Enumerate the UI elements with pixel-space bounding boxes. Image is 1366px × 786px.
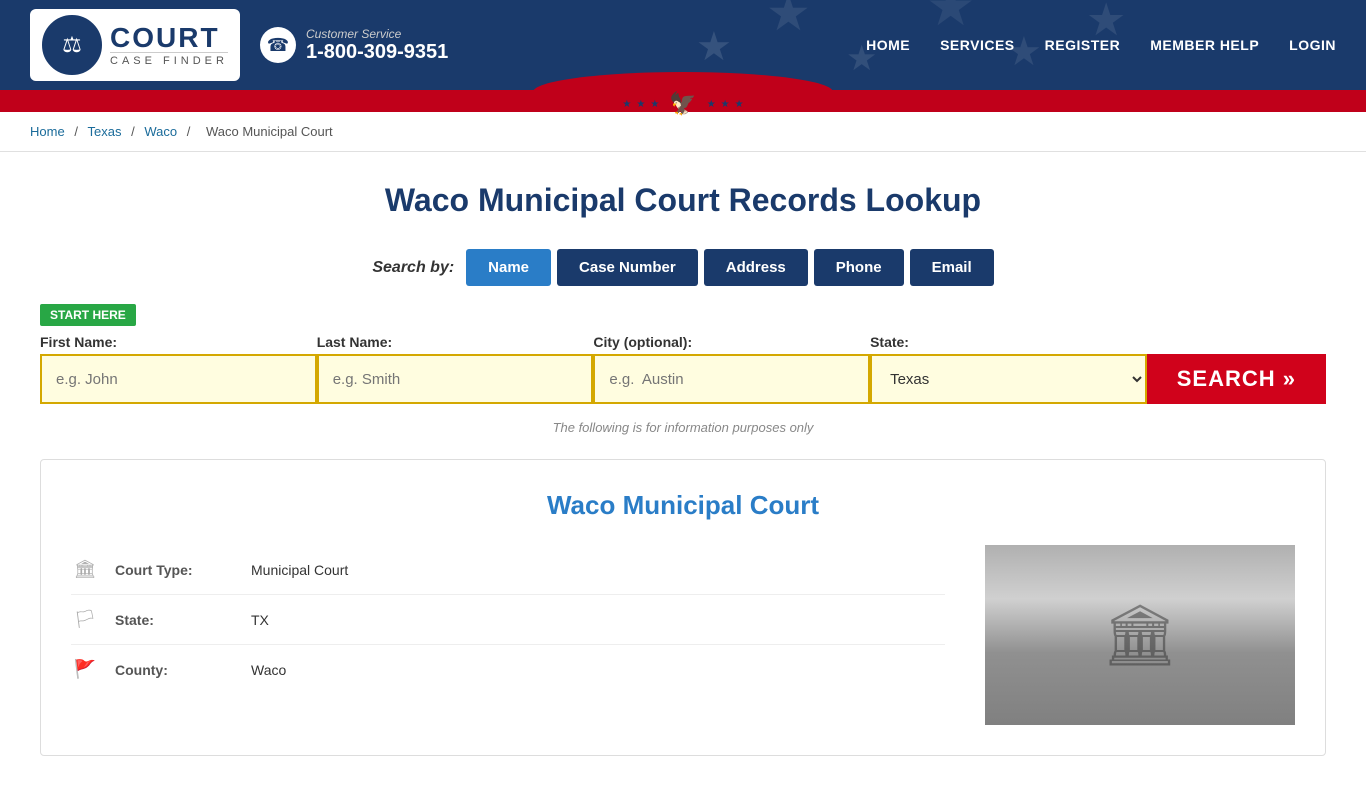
star-4: ★ [707,99,716,110]
eagle-center: ★ ★ ★ 🦅 ★ ★ ★ [622,91,743,117]
star-5: ★ [721,99,730,110]
nav-register[interactable]: REGISTER [1045,37,1121,53]
city-group: City (optional): [593,334,870,404]
breadcrumb-sep-3: / [187,124,194,139]
search-form: First Name: Last Name: City (optional): … [40,334,1326,404]
header-left: ⚖ COURT CASE FINDER ☎ Customer Service 1… [30,9,448,81]
court-card: Waco Municipal Court 🏛 Court Type: Munic… [40,459,1326,756]
city-input[interactable] [593,354,870,404]
star-6: ★ [735,99,744,110]
star-1: ★ [622,99,631,110]
svg-text:★: ★ [926,0,975,37]
cs-label: Customer Service [306,27,448,41]
breadcrumb-sep-1: / [74,124,81,139]
info-text: The following is for information purpose… [40,420,1326,435]
tab-phone[interactable]: Phone [814,249,904,286]
court-state-row: 🏳 State: TX [71,595,945,645]
logo-court-label: COURT [110,24,228,52]
court-card-title: Waco Municipal Court [71,490,1295,521]
star-2: ★ [636,99,645,110]
breadcrumb-city[interactable]: Waco [144,124,177,139]
search-by-label: Search by: [372,259,454,277]
breadcrumb-court: Waco Municipal Court [206,124,333,139]
logo-text: COURT CASE FINDER [110,24,228,67]
cs-number: 1-800-309-9351 [306,41,448,64]
eagle-stars-left: ★ ★ ★ [622,99,659,110]
search-button[interactable]: SEARCH » [1147,354,1326,404]
first-name-label: First Name: [40,334,317,350]
first-name-input[interactable] [40,354,317,404]
svg-text:★: ★ [766,0,811,41]
last-name-input[interactable] [317,354,594,404]
building-image-placeholder [985,545,1295,725]
tab-address[interactable]: Address [704,249,808,286]
phone-icon: ☎ [260,27,296,63]
first-name-group: First Name: [40,334,317,404]
court-state-icon: 🏳 [71,609,99,630]
court-type-label: Court Type: [115,562,235,578]
breadcrumb-home[interactable]: Home [30,124,65,139]
state-group: State: Texas California Florida New York [870,334,1147,404]
nav-home[interactable]: HOME [866,37,910,53]
court-state-value: TX [251,612,269,628]
court-state-label: State: [115,612,235,628]
breadcrumb-sep-2: / [131,124,138,139]
main-content: Waco Municipal Court Records Lookup Sear… [0,152,1366,786]
court-county-row: 🚩 County: Waco [71,645,945,694]
svg-text:★: ★ [696,25,732,69]
wave-banner: ★ ★ ★ 🦅 ★ ★ ★ [0,90,1366,112]
court-type-row: 🏛 Court Type: Municipal Court [71,545,945,595]
court-image [985,545,1295,725]
eagle-stars-right: ★ ★ ★ [707,99,744,110]
breadcrumb: Home / Texas / Waco / Waco Municipal Cou… [0,112,1366,152]
tab-case-number[interactable]: Case Number [557,249,698,286]
court-details-left: 🏛 Court Type: Municipal Court 🏳 State: T… [71,545,945,725]
court-type-value: Municipal Court [251,562,348,578]
cs-text: Customer Service 1-800-309-9351 [306,27,448,64]
nav-member-help[interactable]: MEMBER HELP [1150,37,1259,53]
court-county-label: County: [115,662,235,678]
main-nav: HOME SERVICES REGISTER MEMBER HELP LOGIN [866,37,1336,53]
breadcrumb-state[interactable]: Texas [88,124,122,139]
court-details: 🏛 Court Type: Municipal Court 🏳 State: T… [71,545,1295,725]
city-label: City (optional): [593,334,870,350]
last-name-group: Last Name: [317,334,594,404]
customer-service: ☎ Customer Service 1-800-309-9351 [260,27,448,64]
logo-emblem: ⚖ [42,15,102,75]
tab-name[interactable]: Name [466,249,551,286]
page-title: Waco Municipal Court Records Lookup [40,182,1326,219]
court-type-icon: 🏛 [71,559,99,580]
state-label: State: [870,334,1147,350]
court-county-icon: 🚩 [71,659,99,680]
star-3: ★ [650,99,659,110]
logo-case-finder-label: CASE FINDER [110,52,228,67]
search-by-row: Search by: Name Case Number Address Phon… [40,249,1326,286]
state-select[interactable]: Texas California Florida New York [870,354,1147,404]
start-here-badge: START HERE [40,304,136,326]
last-name-label: Last Name: [317,334,594,350]
nav-services[interactable]: SERVICES [940,37,1015,53]
logo-box[interactable]: ⚖ COURT CASE FINDER [30,9,240,81]
court-county-value: Waco [251,662,286,678]
eagle-icon: 🦅 [669,91,696,117]
tab-email[interactable]: Email [910,249,994,286]
nav-login[interactable]: LOGIN [1289,37,1336,53]
